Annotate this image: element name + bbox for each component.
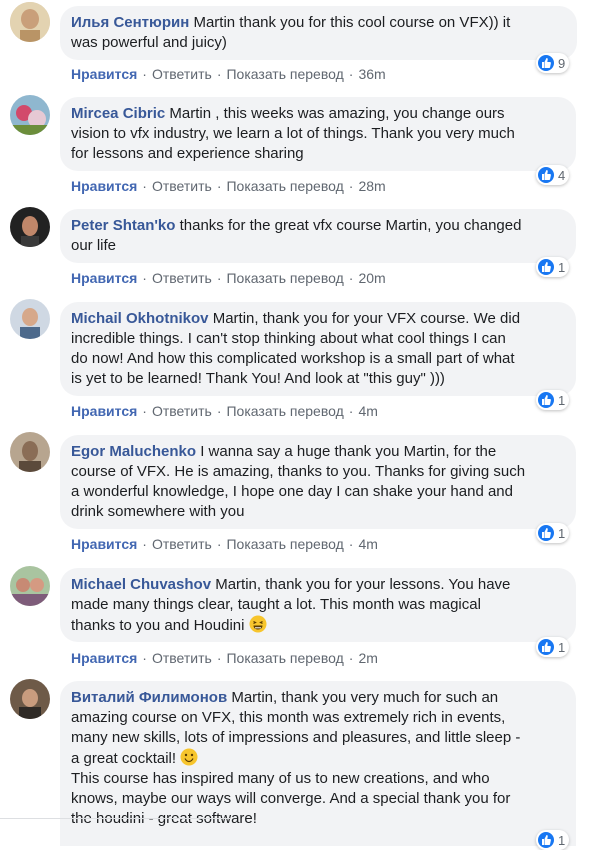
- avatar[interactable]: [10, 299, 50, 339]
- reply-link[interactable]: Ответить: [152, 270, 212, 286]
- translate-link[interactable]: Показать перевод: [226, 536, 343, 552]
- like-link[interactable]: Нравится: [71, 178, 137, 194]
- reaction-number: 9: [558, 55, 566, 71]
- comment-author[interactable]: Peter Shtan'ko: [71, 217, 175, 234]
- translate-link[interactable]: Показать перевод: [226, 403, 343, 419]
- like-link[interactable]: Нравится: [71, 270, 137, 286]
- reaction-count[interactable]: 1: [536, 523, 570, 543]
- like-icon: [538, 55, 554, 71]
- separator: ·: [216, 650, 222, 666]
- comment-bubble: Peter Shtan'ko thanks for the great vfx …: [60, 209, 576, 263]
- comment-author[interactable]: Egor Maluchenko: [71, 443, 196, 460]
- like-link[interactable]: Нравится: [71, 403, 137, 419]
- like-icon: [538, 259, 554, 275]
- translate-link[interactable]: Показать перевод: [226, 270, 343, 286]
- timestamp[interactable]: 36m: [358, 66, 385, 82]
- smile-emoji-icon: [180, 748, 198, 766]
- like-link[interactable]: Нравится: [71, 650, 137, 666]
- like-icon: [538, 525, 554, 541]
- comment-actions: Нравится · Ответить · Показать перевод · 4m: [71, 403, 378, 419]
- translate-link[interactable]: Показать перевод: [226, 650, 343, 666]
- comment-bubble: Виталий Филимонов Martin, thank you very…: [60, 681, 576, 846]
- separator: ·: [142, 403, 147, 419]
- comment-actions: Нравится · Ответить · Показать перевод · 4m: [71, 536, 378, 552]
- avatar[interactable]: [10, 95, 50, 135]
- separator: ·: [348, 650, 354, 666]
- avatar[interactable]: [10, 679, 50, 719]
- like-icon: [538, 639, 554, 655]
- translate-link[interactable]: Показать перевод: [226, 66, 343, 82]
- separator: ·: [142, 66, 147, 82]
- avatar[interactable]: [10, 432, 50, 472]
- reaction-count[interactable]: 9: [536, 53, 570, 73]
- comment-bubble: Egor Maluchenko I wanna say a huge thank…: [60, 435, 576, 529]
- reaction-number: 1: [558, 832, 566, 848]
- separator: ·: [216, 178, 222, 194]
- reaction-count[interactable]: 1: [536, 390, 570, 410]
- separator: ·: [216, 403, 222, 419]
- separator: ·: [142, 650, 147, 666]
- comment-actions: Нравится · Ответить · Показать перевод · 20m: [71, 270, 386, 286]
- reply-link[interactable]: Ответить: [152, 536, 212, 552]
- comment-bubble: Илья Сентюрин Martin thank you for this …: [60, 6, 577, 60]
- reply-link[interactable]: Ответить: [152, 66, 212, 82]
- reaction-number: 1: [558, 259, 566, 275]
- divider: [0, 818, 230, 819]
- separator: ·: [348, 270, 354, 286]
- comment-actions: Нравится · Ответить · Показать перевод · 36m: [71, 66, 386, 82]
- like-link[interactable]: Нравится: [71, 66, 137, 82]
- timestamp[interactable]: 4m: [358, 403, 377, 419]
- like-icon: [538, 392, 554, 408]
- separator: ·: [216, 66, 222, 82]
- reaction-number: 1: [558, 525, 566, 541]
- reaction-count[interactable]: 1: [536, 637, 570, 657]
- reaction-number: 1: [558, 639, 566, 655]
- reply-link[interactable]: Ответить: [152, 178, 212, 194]
- like-icon: [538, 167, 554, 183]
- timestamp[interactable]: 4m: [358, 536, 377, 552]
- separator: ·: [142, 270, 147, 286]
- reaction-count[interactable]: 4: [536, 165, 570, 185]
- comment-author[interactable]: Илья Сентюрин: [71, 14, 189, 31]
- laughing-emoji-icon: [249, 615, 267, 633]
- separator: ·: [348, 403, 354, 419]
- comment-actions: Нравится · Ответить · Показать перевод · 28m: [71, 178, 386, 194]
- separator: ·: [142, 536, 147, 552]
- avatar[interactable]: [10, 2, 50, 42]
- timestamp[interactable]: 2m: [358, 650, 377, 666]
- comment-author[interactable]: Mircea Cibric: [71, 105, 165, 122]
- comment-bubble: Michail Okhotnikov Martin, thank you for…: [60, 302, 576, 396]
- separator: ·: [348, 178, 354, 194]
- separator: ·: [216, 536, 222, 552]
- comment-actions: Нравится · Ответить · Показать перевод · 2m: [71, 650, 378, 666]
- comment-author[interactable]: Виталий Филимонов: [71, 689, 227, 706]
- avatar[interactable]: [10, 566, 50, 606]
- timestamp[interactable]: 28m: [358, 178, 385, 194]
- like-link[interactable]: Нравится: [71, 536, 137, 552]
- comment-text-continued: This course has inspired many of us to n…: [71, 770, 511, 827]
- reply-link[interactable]: Ответить: [152, 403, 212, 419]
- reaction-number: 1: [558, 392, 566, 408]
- avatar[interactable]: [10, 207, 50, 247]
- comment-bubble: Michael Chuvashov Martin, thank you for …: [60, 568, 576, 642]
- reaction-count[interactable]: 1: [536, 830, 570, 850]
- separator: ·: [348, 66, 354, 82]
- reaction-number: 4: [558, 167, 566, 183]
- separator: ·: [142, 178, 147, 194]
- comment-author[interactable]: Michael Chuvashov: [71, 576, 211, 593]
- reaction-count[interactable]: 1: [536, 257, 570, 277]
- separator: ·: [348, 536, 354, 552]
- separator: ·: [216, 270, 222, 286]
- comment-author[interactable]: Michail Okhotnikov: [71, 310, 209, 327]
- translate-link[interactable]: Показать перевод: [226, 178, 343, 194]
- timestamp[interactable]: 20m: [358, 270, 385, 286]
- reply-link[interactable]: Ответить: [152, 650, 212, 666]
- comment-bubble: Mircea Cibric Martin , this weeks was am…: [60, 97, 576, 171]
